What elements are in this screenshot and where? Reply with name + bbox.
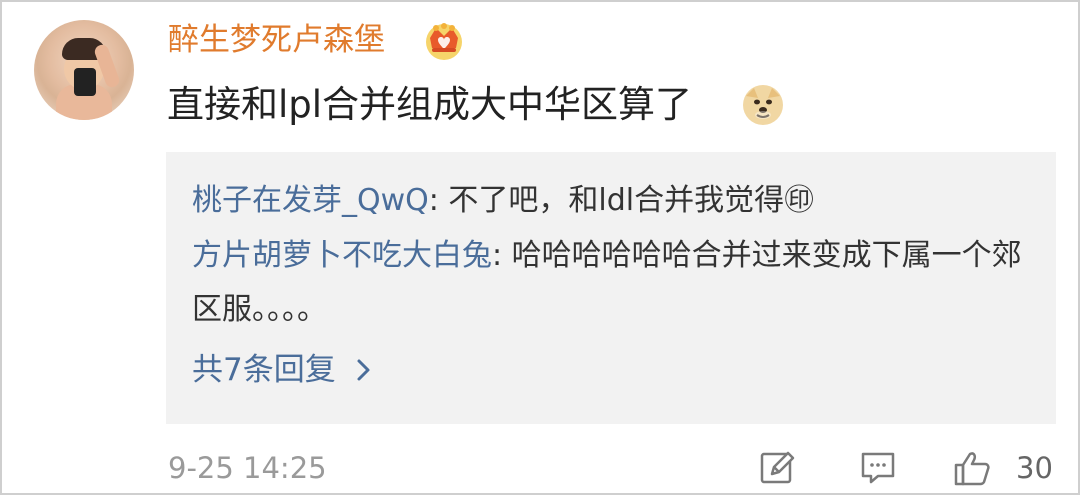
timestamp: 9-25 14:25	[168, 451, 327, 485]
reply-author[interactable]: 方片胡萝卜不吃大白兔	[192, 238, 492, 273]
username[interactable]: 醉生梦死卢森堡	[168, 20, 385, 60]
avatar-phone-shape	[74, 68, 96, 96]
avatar[interactable]	[34, 20, 134, 120]
replies-panel[interactable]: 桃子在发芽_QwQ: 不了吧，和ldl合并我觉得㊞ 方片胡萝卜不吃大白兔: 哈哈…	[166, 152, 1056, 424]
reply-author[interactable]: 桃子在发芽_QwQ	[192, 183, 429, 218]
thumbs-up-icon[interactable]	[952, 448, 992, 488]
more-replies-label[interactable]: 共7条回复	[192, 352, 336, 388]
comment-card: 醉生梦死卢森堡 直接和lpl合并组成大中华区算了 桃子在发芽_QwQ: 不了吧，…	[0, 0, 1080, 495]
vip-crown-icon[interactable]	[422, 18, 466, 62]
reply-separator: :	[492, 238, 512, 273]
reply-item[interactable]: 方片胡萝卜不吃大白兔: 哈哈哈哈哈哈合并过来变成下属一个郊区服。。。。	[192, 229, 1032, 337]
chevron-right-icon	[357, 359, 370, 381]
comment-text: 直接和lpl合并组成大中华区算了	[167, 83, 693, 126]
reply-text: 不了吧，和ldl合并我觉得㊞	[448, 183, 815, 218]
edit-icon[interactable]	[758, 448, 798, 488]
comment-icon[interactable]	[858, 448, 898, 488]
more-replies-link[interactable]: 共7条回复	[192, 348, 372, 392]
reply-separator: :	[428, 183, 449, 218]
doge-emoji-icon	[743, 85, 783, 125]
reply-item[interactable]: 桃子在发芽_QwQ: 不了吧，和ldl合并我觉得㊞	[192, 174, 1032, 228]
like-count: 30	[1016, 451, 1053, 485]
